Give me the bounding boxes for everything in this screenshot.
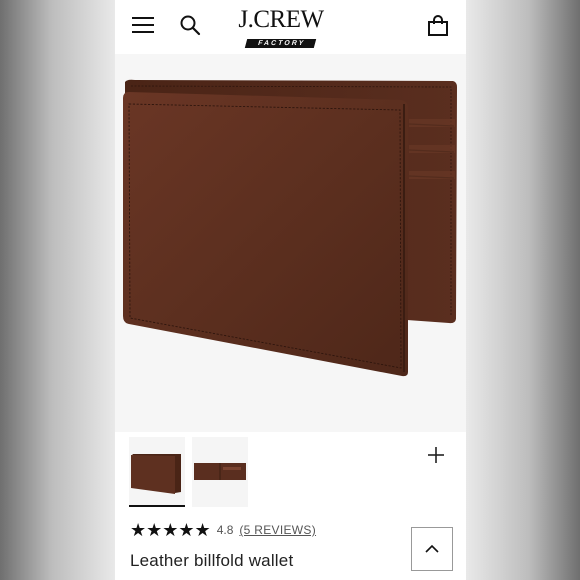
- scroll-to-top-button[interactable]: [411, 527, 453, 571]
- search-icon[interactable]: [179, 14, 201, 36]
- thumbnail-front-view[interactable]: [129, 437, 185, 507]
- brand-logo[interactable]: J.CREW FACTORY: [233, 6, 329, 48]
- backdrop-right: [466, 0, 580, 580]
- site-header: J.CREW FACTORY: [115, 0, 466, 54]
- star-rating-icons: ★★★★★: [130, 520, 211, 540]
- chevron-up-icon: [425, 544, 439, 553]
- thumbnail-image: [131, 454, 181, 494]
- logo-wordmark: J.CREW: [238, 6, 324, 33]
- active-thumbnail-indicator: [129, 505, 185, 507]
- product-page: J.CREW FACTORY ★★★★★ 4.8 (5 REVIEWS) Lea…: [115, 0, 466, 580]
- thumbnail-image: [194, 463, 246, 480]
- product-rating: ★★★★★ 4.8 (5 REVIEWS): [130, 520, 316, 540]
- product-main-image[interactable]: [115, 54, 466, 470]
- logo-subtitle: FACTORY: [245, 39, 317, 48]
- rating-value: 4.8: [216, 523, 234, 537]
- plus-icon: [428, 447, 444, 463]
- reviews-link[interactable]: (5 REVIEWS): [239, 523, 316, 537]
- zoom-button[interactable]: [421, 440, 451, 470]
- thumbnail-open-view[interactable]: [192, 437, 248, 507]
- wallet-image: [123, 79, 457, 377]
- product-title: Leather billfold wallet: [130, 551, 294, 570]
- shopping-bag-icon[interactable]: [427, 15, 449, 37]
- hamburger-menu-icon[interactable]: [132, 17, 154, 33]
- backdrop-left: [0, 0, 115, 580]
